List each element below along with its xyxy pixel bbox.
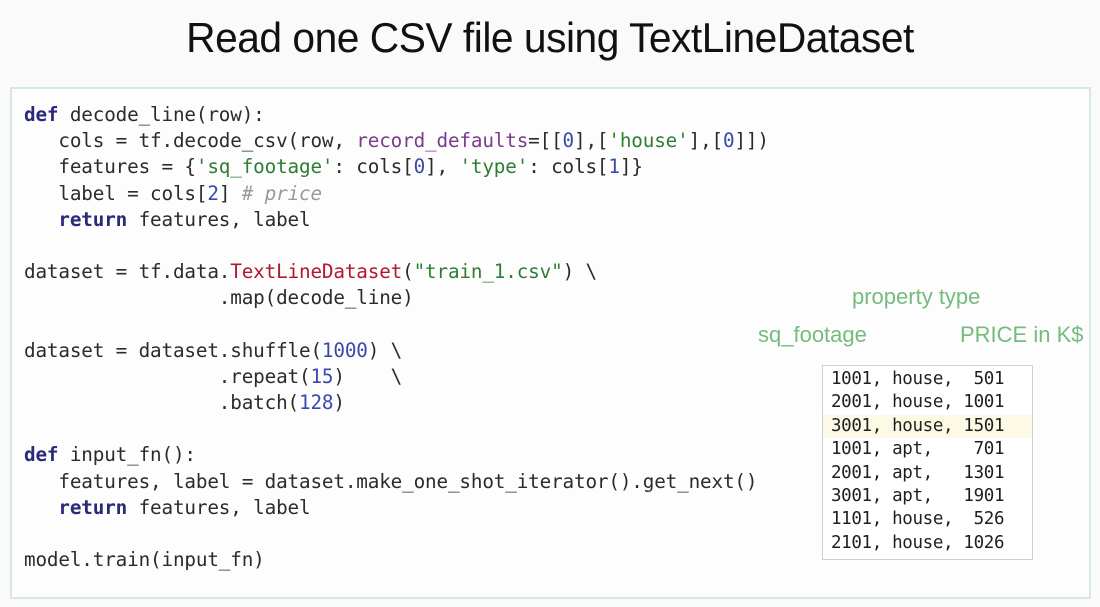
- code-line: ​: [24, 521, 769, 547]
- csv-sample-table: 1001, house, 501 2001, house, 1001 3001, h…: [822, 365, 1033, 560]
- code-block: def decode_line(row): cols = tf.decode_c…: [24, 102, 769, 573]
- csv-row: 1001, house, 501: [831, 369, 1005, 389]
- code-token: features, label = dataset.make_one_shot_…: [24, 469, 758, 493]
- code-line: ​: [24, 233, 769, 259]
- code-token: cols = tf.decode_csv(row,: [24, 129, 357, 153]
- annotation-price: PRICE in K$: [960, 322, 1084, 347]
- code-token-num: 15: [310, 364, 334, 388]
- code-token: dataset = dataset.shuffle(: [24, 338, 322, 362]
- code-line: dataset = tf.data.TextLineDataset("train…: [24, 259, 769, 285]
- code-token: decode_line(row):: [58, 103, 265, 126]
- code-token-kw: def: [24, 103, 59, 126]
- code-line: features, label = dataset.make_one_shot_…: [24, 469, 769, 495]
- code-token: ],[: [688, 129, 724, 153]
- code-token: features, label: [127, 207, 311, 231]
- code-token-str: 'house': [608, 129, 689, 153]
- csv-row: 1101, house, 526: [831, 509, 1005, 530]
- code-token: model.train(input_fn): [24, 548, 265, 572]
- code-token-fn-red: TextLineDataset: [230, 260, 403, 284]
- code-line: model.train(input_fn): [24, 547, 769, 573]
- code-token: features, label: [127, 495, 311, 519]
- code-token: .map(decode_line): [24, 286, 414, 310]
- code-line: features = {'sq_footage': cols[0], 'type…: [24, 154, 769, 180]
- csv-row: 2101, house, 1026: [831, 532, 1005, 553]
- code-token-param: record_defaults: [356, 129, 529, 153]
- code-line: .map(decode_line): [24, 285, 769, 311]
- slide-title: Read one CSV file using TextLineDataset: [186, 14, 914, 61]
- code-line: def decode_line(row):: [24, 102, 769, 128]
- code-token-kw: def: [24, 443, 59, 467]
- code-line: label = cols[2] # price: [24, 181, 769, 207]
- code-token-num: 0: [722, 129, 735, 153]
- code-line: .batch(128): [24, 390, 769, 416]
- code-token-num: 2: [207, 181, 219, 205]
- code-token: ],[: [574, 129, 609, 153]
- csv-row-highlighted: 3001, house, 1501: [823, 414, 1032, 439]
- code-line: return features, label: [24, 207, 769, 233]
- csv-row: 1001, apt, 701: [831, 439, 1005, 460]
- code-token: (: [402, 260, 414, 284]
- csv-row: 3001, apt, 1901: [831, 485, 1005, 506]
- code-token: .repeat(: [24, 364, 311, 388]
- code-line: dataset = dataset.shuffle(1000) \: [24, 338, 769, 364]
- code-line: ​: [24, 312, 769, 338]
- code-token-str: 'sq_footage': [195, 155, 334, 179]
- code-token: ]: [218, 181, 242, 205]
- code-line: def input_fn():: [24, 442, 769, 468]
- code-token: ) \: [333, 364, 403, 388]
- code-token: =[[: [528, 129, 563, 153]
- code-token: input_fn():: [58, 443, 196, 467]
- code-token-num: 0: [413, 155, 426, 179]
- code-token-kw: return: [58, 207, 128, 231]
- code-line: ​: [24, 416, 769, 442]
- code-token: ) \: [367, 338, 403, 362]
- csv-row: 2001, house, 1001: [831, 392, 1005, 413]
- code-token-kw: return: [58, 495, 128, 519]
- annotation-property-type: property type: [852, 284, 981, 309]
- code-token: features = {: [24, 155, 196, 179]
- code-token: ]]): [734, 129, 769, 153]
- code-token-cmt: # price: [241, 181, 322, 205]
- code-token-str: "train_1.csv": [413, 260, 563, 284]
- code-token: : cols[: [528, 155, 609, 179]
- code-token-num: 1: [608, 155, 620, 179]
- code-line: .repeat(15) \: [24, 364, 769, 390]
- code-token-num: 128: [299, 391, 334, 415]
- code-token: : cols[: [333, 155, 414, 179]
- code-token: .batch(: [24, 391, 299, 415]
- code-token: ): [333, 391, 345, 415]
- code-token: ) \: [562, 260, 598, 284]
- code-token: dataset = tf.data.: [24, 260, 231, 284]
- code-token: ],: [425, 155, 460, 179]
- code-line: return features, label: [24, 495, 769, 521]
- code-token-num: 0: [562, 129, 575, 153]
- code-token-num: 1000: [321, 338, 368, 362]
- code-token: label = cols[: [24, 181, 208, 205]
- code-token: ]}: [619, 155, 643, 179]
- code-token-str: 'type': [459, 155, 529, 179]
- annotation-sq-footage: sq_footage: [758, 322, 867, 347]
- csv-row: 2001, apt, 1301: [831, 462, 1005, 483]
- code-line: cols = tf.decode_csv(row, record_default…: [24, 128, 769, 154]
